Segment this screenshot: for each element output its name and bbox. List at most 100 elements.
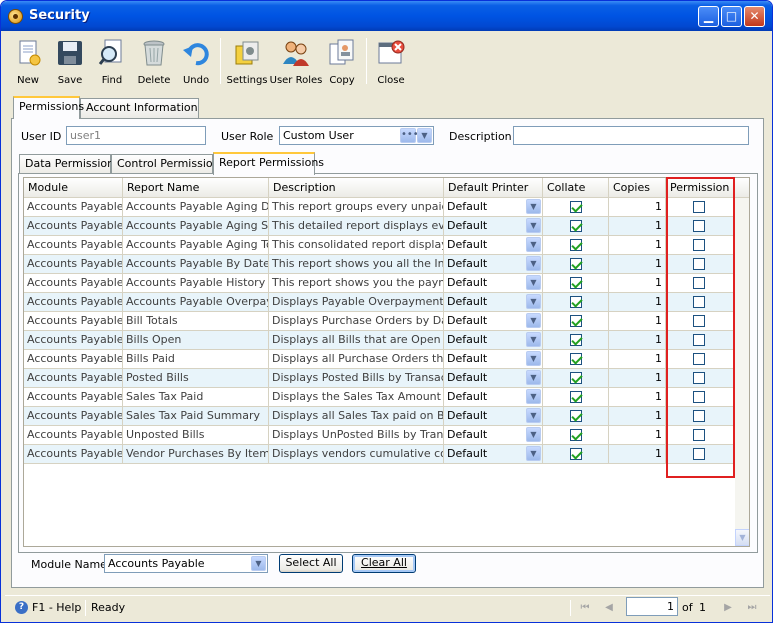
permission-checkbox[interactable] bbox=[693, 372, 705, 384]
minimize-button[interactable]: ▁ bbox=[698, 6, 719, 27]
column-header-module[interactable]: Module bbox=[24, 178, 123, 198]
first-page-button[interactable]: ⏮ bbox=[578, 601, 592, 615]
cell-printer[interactable]: Default ▼ bbox=[444, 369, 543, 388]
printer-dropdown-button[interactable]: ▼ bbox=[526, 294, 541, 309]
description-field[interactable] bbox=[513, 126, 749, 145]
permission-checkbox[interactable] bbox=[693, 448, 705, 460]
module-name-select[interactable]: Accounts Payable bbox=[104, 554, 268, 573]
table-row[interactable]: Accounts Payable Accounts Payable By Date… bbox=[24, 255, 735, 274]
tab-data-permissions[interactable]: Data Permissions bbox=[19, 154, 120, 174]
collate-checkbox[interactable] bbox=[570, 334, 582, 346]
printer-dropdown-button[interactable]: ▼ bbox=[526, 237, 541, 252]
cell-printer[interactable]: Default ▼ bbox=[444, 445, 543, 464]
column-header-permission[interactable]: Permission bbox=[666, 178, 735, 198]
table-row[interactable]: Accounts Payable Vendor Purchases By Item… bbox=[24, 445, 735, 464]
cell-printer[interactable]: Default ▼ bbox=[444, 426, 543, 445]
find-button[interactable]: Find bbox=[93, 34, 131, 90]
table-row[interactable]: Accounts Payable Sales Tax Paid Displays t… bbox=[24, 388, 735, 407]
cell-printer[interactable]: Default ▼ bbox=[444, 312, 543, 331]
cell-printer[interactable]: Default ▼ bbox=[444, 217, 543, 236]
permission-checkbox[interactable] bbox=[693, 391, 705, 403]
settings-button[interactable]: Settings bbox=[225, 34, 269, 90]
permission-checkbox[interactable] bbox=[693, 258, 705, 270]
cell-printer[interactable]: Default ▼ bbox=[444, 236, 543, 255]
help-label[interactable]: F1 - Help bbox=[32, 601, 81, 614]
table-row[interactable]: Accounts Payable Bill Totals Displays Purc… bbox=[24, 312, 735, 331]
tab-permissions[interactable]: Permissions bbox=[13, 96, 84, 119]
previous-page-button[interactable]: ◀ bbox=[602, 601, 616, 615]
column-header-description[interactable]: Description bbox=[269, 178, 444, 198]
copy-button[interactable]: Copy bbox=[323, 34, 361, 90]
table-row[interactable]: Accounts Payable Posted Bills Displays Pos… bbox=[24, 369, 735, 388]
column-header-copies[interactable]: Copies bbox=[609, 178, 666, 198]
close-button[interactable]: Close bbox=[371, 34, 411, 90]
printer-dropdown-button[interactable]: ▼ bbox=[526, 389, 541, 404]
printer-dropdown-button[interactable]: ▼ bbox=[526, 199, 541, 214]
printer-dropdown-button[interactable]: ▼ bbox=[526, 332, 541, 347]
cell-printer[interactable]: Default ▼ bbox=[444, 350, 543, 369]
scroll-down-button[interactable]: ▼ bbox=[735, 529, 749, 546]
printer-dropdown-button[interactable]: ▼ bbox=[526, 427, 541, 442]
permission-checkbox[interactable] bbox=[693, 410, 705, 422]
column-header-default-printer[interactable]: Default Printer bbox=[444, 178, 543, 198]
printer-dropdown-button[interactable]: ▼ bbox=[526, 370, 541, 385]
collate-checkbox[interactable] bbox=[570, 201, 582, 213]
collate-checkbox[interactable] bbox=[570, 410, 582, 422]
printer-dropdown-button[interactable]: ▼ bbox=[526, 351, 541, 366]
tab-account-information[interactable]: Account Information bbox=[80, 98, 199, 118]
printer-dropdown-button[interactable]: ▼ bbox=[526, 256, 541, 271]
new-button[interactable]: New bbox=[9, 34, 47, 90]
cell-printer[interactable]: Default ▼ bbox=[444, 274, 543, 293]
permission-checkbox[interactable] bbox=[693, 296, 705, 308]
table-row[interactable]: Accounts Payable Accounts Payable Aging S… bbox=[24, 217, 735, 236]
table-row[interactable]: Accounts PayableAccounts Payable Overpay… bbox=[24, 293, 735, 312]
next-page-button[interactable]: ▶ bbox=[721, 601, 735, 615]
cell-printer[interactable]: Default ▼ bbox=[444, 407, 543, 426]
collate-checkbox[interactable] bbox=[570, 448, 582, 460]
permission-checkbox[interactable] bbox=[693, 277, 705, 289]
delete-button[interactable]: Delete bbox=[135, 34, 173, 90]
table-row[interactable]: Accounts Payable Bills Open Displays all B… bbox=[24, 331, 735, 350]
permission-checkbox[interactable] bbox=[693, 315, 705, 327]
table-row[interactable]: Accounts Payable Sales Tax Paid Summary Di… bbox=[24, 407, 735, 426]
collate-checkbox[interactable] bbox=[570, 429, 582, 441]
cell-printer[interactable]: Default ▼ bbox=[444, 388, 543, 407]
user-roles-button[interactable]: User Roles bbox=[269, 34, 323, 90]
collate-checkbox[interactable] bbox=[570, 296, 582, 308]
module-name-dropdown-button[interactable]: ▼ bbox=[251, 556, 266, 571]
collate-checkbox[interactable] bbox=[570, 220, 582, 232]
printer-dropdown-button[interactable]: ▼ bbox=[526, 218, 541, 233]
collate-checkbox[interactable] bbox=[570, 353, 582, 365]
table-row[interactable]: Accounts Payable Unposted Bills Displays U… bbox=[24, 426, 735, 445]
page-number-field[interactable]: 1 bbox=[626, 597, 678, 616]
printer-dropdown-button[interactable]: ▼ bbox=[526, 275, 541, 290]
cell-printer[interactable]: Default ▼ bbox=[444, 293, 543, 312]
collate-checkbox[interactable] bbox=[570, 277, 582, 289]
user-role-browse-button[interactable]: ••• bbox=[400, 128, 419, 143]
tab-report-permissions[interactable]: Report Permissions bbox=[213, 152, 324, 175]
cell-printer[interactable]: Default ▼ bbox=[444, 331, 543, 350]
permission-checkbox[interactable] bbox=[693, 353, 705, 365]
column-header-collate[interactable]: Collate bbox=[543, 178, 609, 198]
collate-checkbox[interactable] bbox=[570, 239, 582, 251]
permission-checkbox[interactable] bbox=[693, 429, 705, 441]
undo-button[interactable]: Undo bbox=[177, 34, 215, 90]
column-header-report-name[interactable]: Report Name bbox=[123, 178, 269, 198]
table-row[interactable]: Accounts Payable Accounts Payable History… bbox=[24, 274, 735, 293]
table-row[interactable]: Accounts Payable Accounts Payable Aging T… bbox=[24, 236, 735, 255]
grid-vertical-scrollbar[interactable]: ▼ bbox=[735, 198, 749, 546]
window-close-button[interactable]: ✕ bbox=[744, 6, 765, 27]
printer-dropdown-button[interactable]: ▼ bbox=[526, 446, 541, 461]
cell-printer[interactable]: Default ▼ bbox=[444, 198, 543, 217]
printer-dropdown-button[interactable]: ▼ bbox=[526, 408, 541, 423]
collate-checkbox[interactable] bbox=[570, 372, 582, 384]
permission-checkbox[interactable] bbox=[693, 201, 705, 213]
collate-checkbox[interactable] bbox=[570, 391, 582, 403]
save-button[interactable]: Save bbox=[51, 34, 89, 90]
permission-checkbox[interactable] bbox=[693, 334, 705, 346]
collate-checkbox[interactable] bbox=[570, 315, 582, 327]
user-id-field[interactable]: user1 bbox=[66, 126, 206, 145]
table-row[interactable]: Accounts Payable Bills Paid Displays all P… bbox=[24, 350, 735, 369]
permission-checkbox[interactable] bbox=[693, 220, 705, 232]
permission-checkbox[interactable] bbox=[693, 239, 705, 251]
